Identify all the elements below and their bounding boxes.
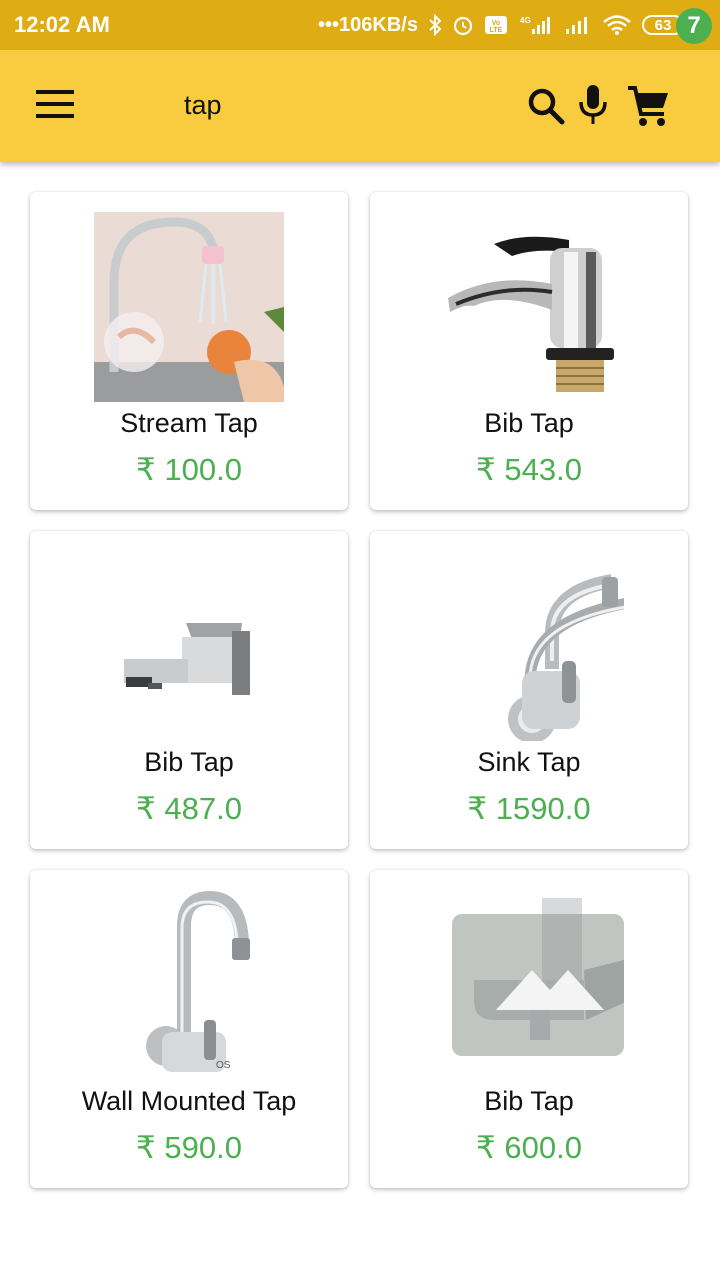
product-price: ₹ 543.0 — [476, 452, 582, 487]
voice-search-button[interactable] — [576, 82, 610, 131]
product-card[interactable]: Bib Tap ₹ 543.0 — [370, 192, 688, 510]
product-name: Stream Tap — [120, 408, 258, 438]
product-price: ₹ 100.0 — [136, 452, 242, 487]
network-speed: •••106KB/s — [318, 13, 418, 36]
svg-text:4G: 4G — [520, 16, 531, 25]
wall-mounted-tap-image: OS — [94, 890, 284, 1080]
svg-text:OS: OS — [216, 1060, 231, 1071]
product-name: Bib Tap — [484, 408, 574, 438]
status-time: 12:02 AM — [14, 12, 110, 37]
product-price: ₹ 590.0 — [136, 1130, 242, 1165]
menu-icon — [36, 90, 74, 94]
stream-tap-image — [94, 212, 284, 402]
product-name: Bib Tap — [484, 1086, 574, 1116]
signal-icon — [566, 17, 587, 34]
wifi-icon — [603, 15, 631, 35]
menu-button[interactable] — [36, 90, 76, 122]
bluetooth-icon — [429, 14, 442, 36]
cart-icon — [628, 86, 668, 126]
bib-tap-image — [94, 551, 284, 741]
product-card[interactable]: Sink Tap ₹ 1590.0 — [370, 531, 688, 849]
product-card[interactable]: Stream Tap ₹ 100.0 — [30, 192, 348, 510]
product-price: ₹ 600.0 — [476, 1130, 582, 1165]
product-name: Bib Tap — [144, 747, 234, 777]
product-name: Sink Tap — [477, 747, 581, 777]
product-name: Wall Mounted Tap — [81, 1086, 297, 1116]
product-card[interactable]: Bib Tap ₹ 487.0 — [30, 531, 348, 849]
search-icon — [528, 88, 565, 125]
search-query-title: tap — [184, 90, 222, 120]
product-price: ₹ 1590.0 — [467, 791, 591, 826]
bib-tap-image — [434, 212, 624, 402]
app-bar: tap — [0, 50, 720, 162]
sink-tap-image — [434, 551, 624, 741]
product-card[interactable]: Bib Tap ₹ 600.0 — [370, 870, 688, 1188]
svg-text:LTE: LTE — [490, 27, 503, 34]
cart-button[interactable] — [626, 84, 672, 135]
status-bar: 12:02 AM •••106KB/s Vo LTE 4G 63 — [0, 0, 720, 50]
product-price: ₹ 487.0 — [136, 791, 242, 826]
bib-tap-image — [434, 890, 624, 1080]
alarm-icon — [453, 16, 473, 36]
volte-icon: VoLTE — [485, 16, 507, 34]
cart-count-badge: 7 — [676, 8, 712, 44]
signal-4g-icon: 4G — [520, 16, 550, 34]
svg-text:Vo: Vo — [492, 20, 500, 27]
search-button[interactable] — [526, 86, 566, 131]
product-card[interactable]: OS Wall Mounted Tap ₹ 590.0 — [30, 870, 348, 1188]
mic-icon — [579, 85, 607, 124]
status-icons: •••106KB/s Vo LTE 4G 63 — [318, 14, 706, 37]
